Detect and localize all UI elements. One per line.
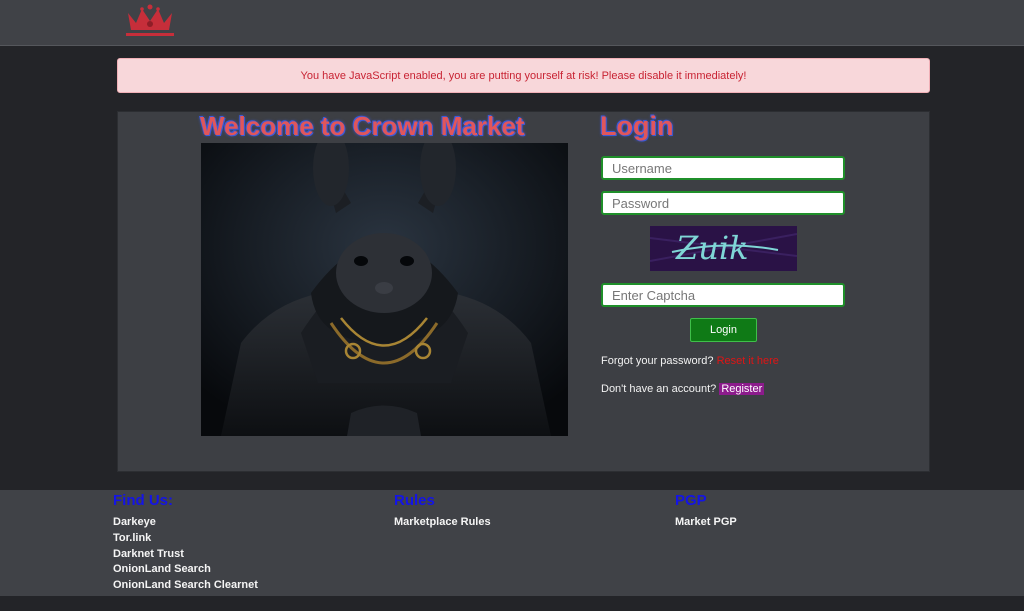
no-account-text: Don't have an account? [601, 383, 717, 395]
footer-pgp: PGP Market PGP [675, 492, 737, 531]
footer-link-onionland-clearnet[interactable]: OnionLand Search Clearnet [113, 578, 258, 594]
reset-password-link[interactable]: Reset it here [717, 355, 779, 367]
username-input[interactable] [601, 156, 845, 180]
footer-link-onionland-search[interactable]: OnionLand Search [113, 562, 258, 578]
footer-rules-heading: Rules [394, 492, 435, 509]
login-title: Login [600, 111, 674, 141]
footer-link-market-pgp[interactable]: Market PGP [675, 515, 737, 531]
hero-image [201, 143, 568, 436]
footer-pgp-heading: PGP [675, 492, 707, 509]
javascript-warning-alert: You have JavaScript enabled, you are put… [117, 58, 930, 93]
register-link[interactable]: Register [719, 383, 765, 395]
crown-logo-icon[interactable] [122, 3, 178, 39]
footer-link-torlink[interactable]: Tor.link [113, 531, 258, 547]
footer-rules: Rules Marketplace Rules [394, 492, 491, 531]
captcha-text: Zuik [675, 229, 748, 267]
footer-link-marketplace-rules[interactable]: Marketplace Rules [394, 515, 491, 531]
footer-link-darknet-trust[interactable]: Darknet Trust [113, 547, 258, 563]
footer-find-us-heading: Find Us: [113, 492, 173, 509]
welcome-title: Welcome to Crown Market [200, 111, 525, 141]
captcha-input[interactable] [601, 283, 845, 307]
login-button[interactable]: Login [690, 318, 757, 342]
alert-text: You have JavaScript enabled, you are put… [300, 69, 747, 82]
footer-link-darkeye[interactable]: Darkeye [113, 515, 258, 531]
captcha-image: Zuik [650, 226, 797, 271]
password-input[interactable] [601, 191, 845, 215]
top-navbar [0, 0, 1024, 46]
footer-find-us: Find Us: Darkeye Tor.link Darknet Trust … [113, 492, 258, 594]
forgot-password-line: Forgot your password? Reset it here [601, 355, 779, 367]
register-line: Don't have an account? Register [601, 383, 765, 395]
forgot-password-text: Forgot your password? [601, 355, 714, 367]
